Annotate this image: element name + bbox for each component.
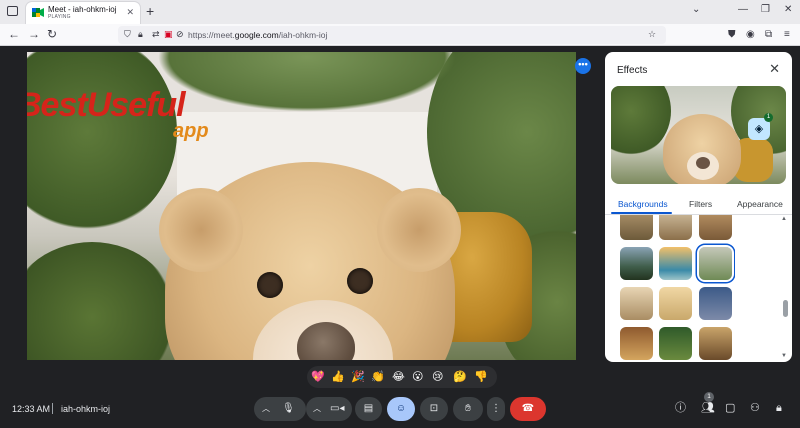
camera-button[interactable]: ︿ ▭◂ — [306, 397, 352, 421]
window-close-icon[interactable]: ✕ — [784, 4, 792, 15]
extensions-icon[interactable]: ⧉ — [765, 29, 772, 40]
activities-icon[interactable]: ⚇ — [750, 402, 760, 414]
video-options-chevron-icon[interactable]: ︿ — [313, 397, 321, 421]
teddy-bear — [159, 162, 461, 360]
tab-title: Meet - iah-ohkm-ioj — [48, 5, 117, 14]
people-icon[interactable]: 👥︎ — [701, 402, 715, 414]
new-tab-button[interactable]: + — [146, 3, 154, 19]
reaction-thumbs-up[interactable]: 👍 — [331, 369, 345, 385]
emoji-icon: ☺ — [395, 403, 407, 414]
video-tile: BestUseful app — [27, 52, 576, 360]
tile-more-options-icon[interactable]: ••• — [575, 58, 591, 74]
back-icon[interactable]: ← — [8, 27, 20, 41]
camera-in-use-icon[interactable]: ▣ — [164, 29, 174, 39]
effects-panel: Effects ✕ ◈ 1 Backgrounds Filters Appear… — [605, 52, 792, 362]
leave-call-button[interactable]: ☎︎ — [510, 397, 546, 421]
layers-count-badge: 1 — [764, 113, 773, 122]
background-thumbnail[interactable] — [659, 215, 692, 240]
meeting-time: 12:33 AM — [12, 404, 51, 414]
raise-hand-button[interactable]: ✋︎ — [453, 397, 483, 421]
captions-icon: ▤ — [363, 403, 374, 414]
send-reaction-button[interactable]: ☺ — [387, 397, 415, 421]
camera-icon: ▭◂ — [330, 403, 345, 414]
background-thumbnail[interactable] — [620, 287, 653, 320]
reaction-laugh[interactable]: 😂 — [392, 369, 405, 385]
browser-tab[interactable]: Meet - iah-ohkm-ioj PLAYING ✕ — [26, 2, 140, 24]
meeting-code: iah-ohkm-ioj — [61, 404, 111, 414]
reaction-thumbs-down[interactable]: 👎 — [474, 369, 488, 385]
reaction-thinking[interactable]: 🤔 — [453, 369, 467, 385]
tab-filters[interactable]: Filters — [689, 199, 712, 209]
reaction-clap[interactable]: 👏 — [371, 369, 385, 385]
watermark-logo: BestUseful — [27, 86, 186, 124]
hand-icon: ✋︎ — [465, 403, 471, 414]
scroll-up-icon[interactable]: ▲ — [781, 216, 787, 222]
shield-icon[interactable]: ⛉ — [124, 29, 134, 39]
meeting-info-icon[interactable]: ⓘ — [675, 402, 686, 414]
reaction-heart[interactable]: 💖 — [311, 369, 325, 385]
minimize-icon[interactable]: — — [738, 4, 748, 15]
background-grid — [620, 215, 735, 362]
background-thumbnail[interactable] — [699, 327, 732, 360]
background-thumbnail[interactable] — [699, 215, 732, 240]
close-icon[interactable]: ✕ — [769, 61, 780, 77]
scrollbar-thumb[interactable] — [783, 300, 788, 317]
reload-icon[interactable]: ↻ — [47, 27, 57, 41]
tab-backgrounds[interactable]: Backgrounds — [618, 199, 668, 209]
background-thumbnail[interactable] — [659, 327, 692, 360]
reaction-sad[interactable]: 😢 — [432, 369, 443, 385]
forward-icon[interactable]: → — [28, 27, 40, 41]
microphone-icon: 🎙︎ — [282, 403, 295, 414]
more-vert-icon: ⋮ — [491, 403, 501, 414]
scroll-down-icon[interactable]: ▼ — [781, 353, 787, 359]
background-thumbnail[interactable] — [620, 327, 653, 360]
browser-nav-bar: ← → ↻ ⛉ 🔒︎ ⇄ ▣ ⊘ https://meet.google.com… — [0, 24, 800, 46]
background-thumbnail[interactable] — [659, 247, 692, 280]
people-count-badge: 1 — [704, 392, 714, 402]
tab-appearance[interactable]: Appearance — [737, 199, 783, 209]
menu-icon[interactable]: ≡ — [784, 29, 790, 40]
tab-overflow-icon[interactable]: ⌄ — [692, 4, 700, 15]
background-thumbnail[interactable] — [659, 287, 692, 320]
present-icon: ⊡ — [429, 403, 439, 414]
tab-close-icon[interactable]: ✕ — [126, 7, 134, 18]
chat-icon[interactable]: ▢ — [725, 402, 735, 414]
restore-icon[interactable]: ❐ — [761, 4, 770, 15]
reaction-party[interactable]: 🎉 — [351, 369, 365, 385]
lock-icon[interactable]: 🔒︎ — [138, 29, 148, 39]
audio-options-chevron-icon[interactable]: ︿ — [262, 397, 270, 421]
end-call-icon: ☎︎ — [521, 403, 535, 414]
captions-button[interactable]: ▤ — [355, 397, 382, 421]
reactions-bar: 💖 👍 🎉 👏 😂 😮 😢 🤔 👎 — [307, 366, 497, 388]
host-controls-icon[interactable]: 🔒︎ — [776, 402, 782, 414]
tab-playing-label: PLAYING — [48, 14, 71, 20]
address-bar[interactable]: ⛉ 🔒︎ ⇄ ▣ ⊘ https://meet.google.com/iah-o… — [118, 26, 666, 44]
bookmark-star-icon[interactable]: ☆ — [648, 29, 658, 39]
account-icon[interactable]: ◉ — [746, 29, 755, 40]
background-thumbnail-selected[interactable] — [699, 247, 732, 280]
watermark-logo-sub: app — [173, 120, 209, 142]
meet-favicon-icon — [32, 8, 44, 17]
url-text: https://meet.google.com/iah-ohkm-ioj — [188, 30, 328, 40]
microphone-blocked-icon[interactable]: ⊘ — [176, 29, 186, 39]
browser-tab-bar: Meet - iah-ohkm-ioj PLAYING ✕ + ⌄ — ❐ ✕ — [0, 0, 800, 24]
microphone-button[interactable]: ︿ 🎙︎ — [254, 397, 306, 421]
more-options-button[interactable]: ⋮ — [487, 397, 505, 421]
permissions-icon[interactable]: ⇄ — [152, 29, 162, 39]
background-thumbnail[interactable] — [620, 215, 653, 240]
tab-list-icon[interactable] — [7, 6, 18, 16]
background-thumbnail[interactable] — [699, 287, 732, 320]
background-thumbnail[interactable] — [620, 247, 653, 280]
pocket-icon[interactable]: ⛊ — [728, 29, 736, 40]
reaction-surprised[interactable]: 😮 — [412, 369, 423, 385]
panel-title: Effects — [617, 65, 648, 76]
present-button[interactable]: ⊡ — [420, 397, 448, 421]
